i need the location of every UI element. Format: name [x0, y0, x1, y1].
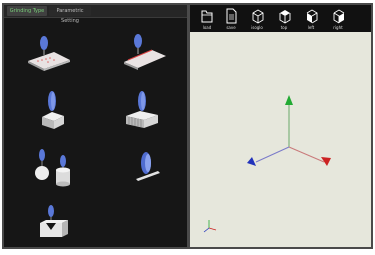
y-axis-arrow-icon	[285, 95, 293, 105]
tilted-plate-with-red-edge-icon	[124, 34, 166, 70]
3d-viewport-panel: load save isoglo top left right	[190, 5, 371, 247]
grinding-type-cup-wheel-rod[interactable]	[96, 139, 184, 195]
wheel-on-v-block-icon	[40, 205, 68, 237]
tilted-plate-with-dots-icon	[28, 36, 70, 71]
grinding-type-inclined-plate[interactable]	[96, 19, 184, 75]
folder-icon	[201, 10, 213, 23]
left-label: left	[307, 25, 315, 30]
cube-iso-icon	[252, 9, 264, 24]
cube-left-icon	[306, 9, 318, 24]
z-axis-arrow-icon	[247, 157, 256, 166]
two-wheels-on-ball-and-cylinder-icon	[35, 149, 70, 187]
view-toolbar: load save isoglo top left right	[190, 5, 371, 32]
wheel-on-ridged-block-icon	[126, 91, 158, 128]
right-label: right	[333, 25, 343, 30]
top-view-button[interactable]: top	[273, 6, 295, 31]
grinding-type-ridged-block[interactable]	[96, 79, 184, 135]
document-icon	[226, 8, 237, 24]
load-label: load	[202, 25, 212, 30]
tab-grinding-type[interactable]: Grinding Type	[7, 6, 47, 16]
save-button[interactable]: save	[220, 6, 242, 31]
grinding-type-panel: Grinding Type Parametric Setting	[4, 5, 187, 247]
grinding-type-ball-and-cylinder[interactable]	[6, 139, 94, 195]
isometric-view-button[interactable]: isoglo	[246, 6, 268, 31]
axis-gizmo	[203, 95, 331, 233]
cup-wheel-on-rod-icon	[136, 152, 160, 181]
isoglo-label: isoglo	[251, 25, 263, 30]
grinding-type-v-block[interactable]	[6, 199, 94, 255]
left-view-button[interactable]: left	[300, 6, 322, 31]
tab-parametric-setting[interactable]: Parametric Setting	[49, 6, 91, 24]
right-view-button[interactable]: right	[327, 6, 349, 31]
cube-top-icon	[279, 10, 291, 24]
tab-bar: Grinding Type Parametric Setting	[4, 5, 187, 24]
wheel-on-block-icon	[42, 91, 64, 129]
save-label: save	[226, 25, 236, 30]
top-label: top	[280, 25, 288, 30]
grinding-type-block[interactable]	[6, 79, 94, 135]
grinding-type-flat-plate[interactable]	[6, 19, 94, 75]
cube-right-icon	[333, 9, 345, 24]
load-button[interactable]: load	[196, 6, 218, 31]
